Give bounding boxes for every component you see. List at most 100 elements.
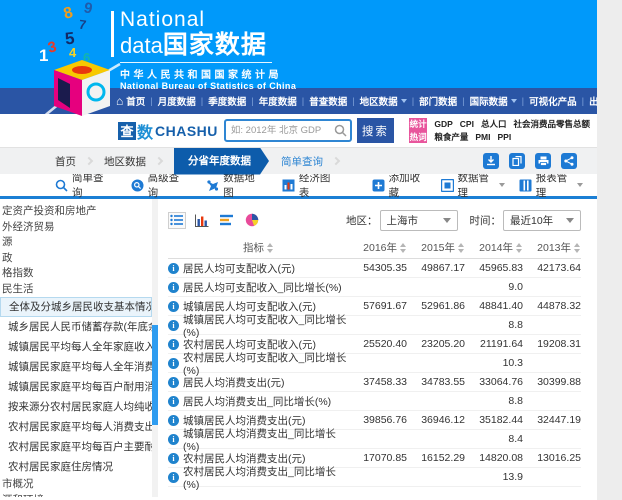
nav-item-label: 首页: [126, 94, 145, 108]
search-input[interactable]: [231, 125, 334, 136]
decor-digit: 6: [83, 51, 90, 64]
scrollbar-thumb[interactable]: [152, 325, 158, 425]
print-icon[interactable]: [535, 153, 551, 169]
share-icon[interactable]: [561, 153, 577, 169]
hot-word-link[interactable]: 粮食产量: [434, 132, 468, 142]
breadcrumb-query-mode[interactable]: 简单查询: [281, 154, 323, 169]
sidebar-item[interactable]: 全体及分城乡居民收支基本情况(新口径): [0, 297, 152, 317]
hot-word-link[interactable]: PMI: [475, 132, 490, 142]
data-manage-menu[interactable]: 数据管理: [441, 170, 505, 200]
sidebar-item[interactable]: 民生活: [0, 282, 152, 298]
info-icon[interactable]: [168, 358, 179, 369]
sidebar-item[interactable]: 农村居民家庭平均每人消费支出: [0, 417, 152, 437]
report-manage-menu[interactable]: 报表管理: [519, 170, 583, 200]
nav-item[interactable]: 年度数据: [246, 94, 296, 108]
decor-digit: 9: [83, 0, 94, 16]
column-header-2014[interactable]: 2014年: [465, 240, 523, 255]
column-header-2013[interactable]: 2013年: [523, 240, 581, 255]
search-icon[interactable]: [334, 124, 347, 137]
info-icon[interactable]: [168, 339, 179, 350]
nav-item[interactable]: 月度数据: [145, 94, 195, 108]
tab-simple-query[interactable]: 简单查询: [55, 170, 111, 200]
info-icon[interactable]: [168, 434, 179, 445]
nav-item-label: 出版物: [589, 94, 597, 108]
table-view-icon[interactable]: [168, 212, 186, 229]
download-icon[interactable]: [483, 153, 499, 169]
toolbar-right: 添加收藏 数据管理 报表管理: [358, 170, 583, 200]
sidebar-item[interactable]: 定资产投资和房地产: [0, 204, 152, 220]
time-select[interactable]: 最近10年: [503, 210, 581, 231]
sidebar-item[interactable]: 城镇居民平均每人全年家庭收入来源: [0, 337, 152, 357]
map-icon: [206, 179, 219, 192]
breadcrumb-link[interactable]: 首页: [55, 154, 76, 169]
info-icon[interactable]: [168, 396, 179, 407]
info-icon[interactable]: [168, 453, 179, 464]
search-button[interactable]: 搜索: [357, 118, 394, 143]
region-select[interactable]: 上海市: [380, 210, 458, 231]
info-icon[interactable]: [168, 263, 179, 274]
sidebar-item[interactable]: 农村居民家庭住房情况: [0, 457, 152, 477]
copy-document-icon[interactable]: [509, 153, 525, 169]
row-label: 城镇居民人均可支配收入_同比增长(%): [168, 312, 349, 339]
add-favorite-button[interactable]: 添加收藏: [372, 170, 427, 200]
sidebar-item[interactable]: 源: [0, 235, 152, 251]
sidebar-item[interactable]: 城乡居民人民币储蓄存款(年底余额): [0, 317, 152, 337]
hot-word-link[interactable]: CPI: [460, 119, 474, 129]
sidebar-item[interactable]: 外经济贸易: [0, 220, 152, 236]
row-label: 居民人均可支配收入(元): [168, 261, 349, 276]
info-icon[interactable]: [168, 301, 179, 312]
nav-item-label: 可视化产品: [529, 94, 577, 108]
column-header-2016[interactable]: 2016年: [349, 240, 407, 255]
info-icon[interactable]: [168, 472, 179, 483]
horizontal-bar-view-icon[interactable]: [218, 212, 236, 229]
tab-data-map[interactable]: 数据地图: [206, 170, 262, 200]
search-bar: 查 数 CHASHU 搜索 统计 热词 GDPCPI总人口社会消费品零售总额 粮…: [0, 114, 597, 147]
nav-item[interactable]: 国际数据: [457, 94, 516, 108]
sidebar-item[interactable]: 按来源分农村居民家庭人均纯收入: [0, 397, 152, 417]
pie-chart-view-icon[interactable]: [243, 212, 261, 229]
sidebar-item[interactable]: 市概况: [0, 477, 152, 493]
view-controls: 地区： 上海市 时间： 最近10年: [168, 207, 581, 233]
nav-item-label: 季度数据: [208, 94, 246, 108]
info-icon[interactable]: [168, 282, 179, 293]
value-cell: 34783.55: [407, 376, 465, 388]
info-icon[interactable]: [168, 320, 179, 331]
sidebar-item[interactable]: 城镇居民家庭平均每百户耐用消费品拥有量: [0, 377, 152, 397]
nav-item[interactable]: 季度数据: [196, 94, 246, 108]
breadcrumb-current[interactable]: 分省年度数据: [174, 148, 269, 175]
sort-icon: [400, 243, 407, 253]
sidebar-scrollbar[interactable]: [152, 199, 158, 497]
tab-economic-charts[interactable]: 经济图表: [282, 170, 338, 200]
sidebar-item[interactable]: 格指数: [0, 266, 152, 282]
breadcrumb-link[interactable]: 地区数据: [104, 154, 146, 169]
value-cell: 39856.76: [349, 414, 407, 426]
hot-word-link[interactable]: GDP: [434, 119, 452, 129]
value-cell: 32447.19: [523, 414, 581, 426]
column-header-2015[interactable]: 2015年: [407, 240, 465, 255]
sidebar-item[interactable]: 农村居民家庭平均每百户主要耐用消费品拥有量: [0, 437, 152, 457]
nav-item[interactable]: 出版物: [577, 94, 597, 108]
bar-chart-view-icon[interactable]: [193, 212, 211, 229]
hot-word-link[interactable]: 总人口: [481, 119, 507, 129]
table-row: 居民人均可支配收入(元) 54305.35 49867.17 45965.83 …: [168, 259, 581, 278]
decor-digit: 3: [46, 39, 58, 56]
info-icon[interactable]: [168, 377, 179, 388]
info-icon[interactable]: [168, 415, 179, 426]
sidebar-item[interactable]: 城镇居民家庭平均每人全年消费性支出: [0, 357, 152, 377]
nav-item[interactable]: 部门数据: [407, 94, 457, 108]
value-cell: 44878.32: [523, 300, 581, 312]
decor-digit: 2: [85, 63, 93, 78]
sidebar-item[interactable]: 政: [0, 251, 152, 267]
nav-item[interactable]: 可视化产品: [517, 94, 577, 108]
hot-word-link[interactable]: PPI: [498, 132, 512, 142]
column-header-indicator[interactable]: 指标: [168, 240, 349, 255]
nav-item[interactable]: ⌂ 首页: [116, 94, 145, 108]
nav-item[interactable]: 地区数据: [347, 94, 406, 108]
table-row: 居民人均消费支出(元) 37458.33 34783.55 33064.76 3…: [168, 373, 581, 392]
value-cell: 13016.25: [523, 452, 581, 464]
hot-word-link[interactable]: 社会消费品零售总额: [513, 119, 590, 129]
tab-advanced-query[interactable]: 高级查询: [131, 170, 187, 200]
sidebar-item[interactable]: 源和环境: [0, 493, 152, 498]
row-label: 农村居民人均可支配收入_同比增长(%): [168, 350, 349, 377]
nav-item[interactable]: 普查数据: [297, 94, 347, 108]
